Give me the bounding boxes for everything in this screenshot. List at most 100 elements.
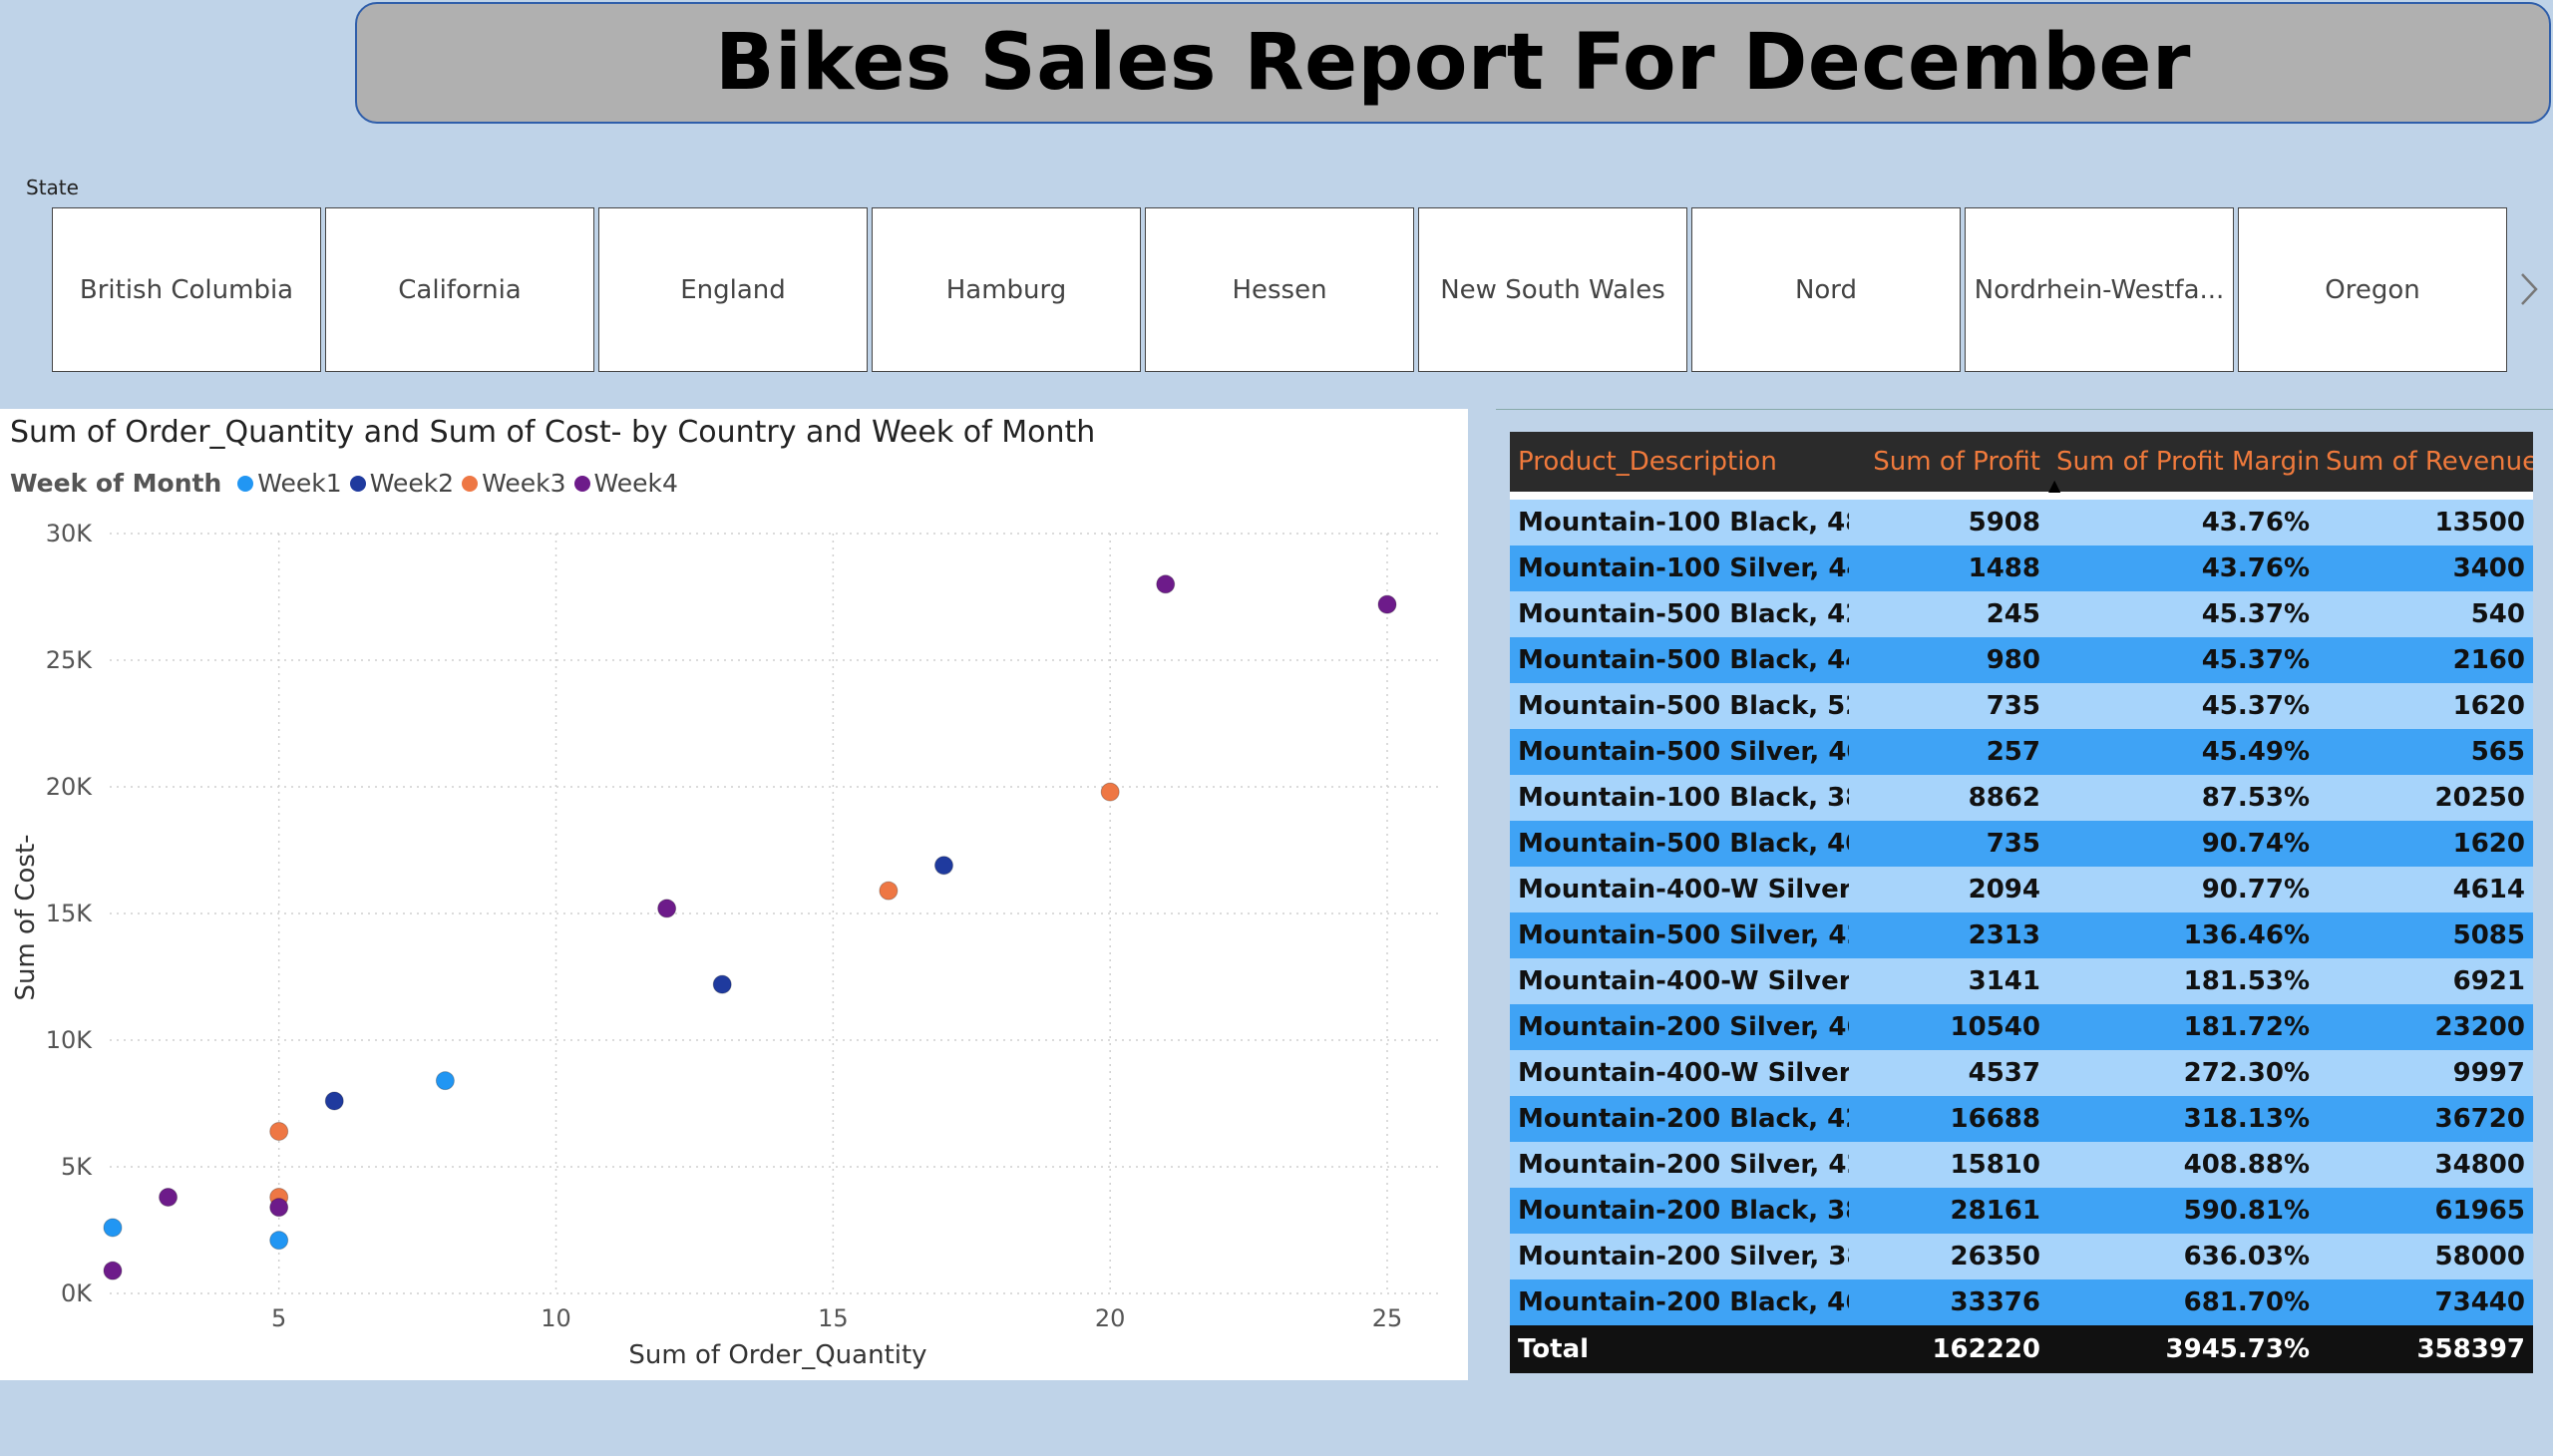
slicer-item-nord[interactable]: Nord [1691, 207, 1961, 372]
data-point-week4[interactable] [1156, 574, 1176, 594]
table-cell: Mountain-200 Black, 42 [1510, 1096, 1849, 1142]
slicer-item-england[interactable]: England [598, 207, 868, 372]
table-row[interactable]: Mountain-200 Silver, 38 26350 636.03% 58000 [1510, 1234, 2533, 1279]
data-point-week1[interactable] [269, 1231, 289, 1251]
table-cell: 5085 [2318, 912, 2533, 958]
report-title: Bikes Sales Report For December [715, 18, 2191, 108]
data-point-week3[interactable] [269, 1121, 289, 1141]
table-cell: 181.72% [2048, 1004, 2318, 1050]
table-cell: 245 [1849, 591, 2048, 637]
data-point-week1[interactable] [103, 1218, 123, 1238]
table-cell: Mountain-500 Silver, 40 [1510, 729, 1849, 775]
table-row[interactable]: Mountain-200 Silver, 42 15810 408.88% 34800 [1510, 1142, 2533, 1188]
table-cell: 6921 [2318, 958, 2533, 1004]
data-point-week1[interactable] [435, 1071, 455, 1091]
data-point-week4[interactable] [657, 899, 677, 918]
slicer-item-nordrhein-westfalen[interactable]: Nordrhein-Westfa... [1965, 207, 2234, 372]
table-cell: Mountain-500 Black, 44 [1510, 637, 1849, 683]
data-point-week2[interactable] [933, 856, 953, 876]
data-point-week4[interactable] [103, 1261, 123, 1280]
table-row[interactable]: Mountain-500 Silver, 40 257 45.49% 565 [1510, 729, 2533, 775]
data-point-week3[interactable] [879, 881, 899, 901]
table-row[interactable]: Mountain-500 Black, 44 980 45.37% 2160 [1510, 637, 2533, 683]
x-tick-label: 5 [271, 1304, 286, 1332]
table-row[interactable]: Mountain-500 Black, 42 245 45.37% 540 [1510, 591, 2533, 637]
table-cell: 257 [1849, 729, 2048, 775]
slicer-item-california[interactable]: California [325, 207, 594, 372]
data-point-week4[interactable] [269, 1198, 289, 1218]
legend-item-week4[interactable]: Week4 [573, 469, 678, 498]
column-header-sum-of-profit-margin[interactable]: Sum of Profit Margin [2048, 432, 2318, 492]
table-row[interactable]: Mountain-400-W Silver, 423141181.53%6921 [1510, 958, 2533, 1004]
table-cell: Mountain-200 Black, 38 [1510, 1188, 1849, 1234]
table-cell: 28161 [1849, 1188, 2048, 1234]
table-cell: 2313 [1849, 912, 2048, 958]
table-cell: 10540 [1849, 1004, 2048, 1050]
legend-label: Week3 [482, 469, 566, 498]
table-cell: 45.37% [2048, 683, 2318, 729]
table-cell: Mountain-100 Silver, 44 [1510, 546, 1849, 591]
table-total-cell: 358397 [2318, 1325, 2533, 1373]
table-total-cell: Total [1510, 1325, 1849, 1373]
table-cell: 45.49% [2048, 729, 2318, 775]
x-tick-label: 15 [818, 1304, 849, 1332]
y-tick-label: 25K [46, 646, 94, 674]
table-row[interactable]: Mountain-400-W Silver, 38209490.77%4614 [1510, 867, 2533, 912]
table-cell: 15810 [1849, 1142, 2048, 1188]
table-cell: Mountain-500 Black, 52 [1510, 683, 1849, 729]
table-cell: 1488 [1849, 546, 2048, 591]
chart-title: Sum of Order_Quantity and Sum of Cost- b… [10, 415, 1096, 450]
table-cell: 45.37% [2048, 591, 2318, 637]
data-point-week3[interactable] [1100, 782, 1120, 802]
table-cell: Mountain-200 Silver, 38 [1510, 1234, 1849, 1279]
table-total-cell: 3945.73% [2048, 1325, 2318, 1373]
slicer-item-british-columbia[interactable]: British Columbia [52, 207, 321, 372]
y-tick-label: 0K [61, 1279, 93, 1307]
table-cell: 590.81% [2048, 1188, 2318, 1234]
slicer-item-new-south-wales[interactable]: New South Wales [1418, 207, 1687, 372]
y-tick-label: 10K [46, 1026, 94, 1054]
table-cell: 45.37% [2048, 637, 2318, 683]
slicer-item-oregon[interactable]: Oregon [2238, 207, 2507, 372]
table-row[interactable]: Mountain-200 Black, 46 33376 681.70% 73440 [1510, 1279, 2533, 1325]
table-row[interactable]: Mountain-100 Silver, 44 1488 43.76% 3400 [1510, 546, 2533, 591]
sort-ascending-icon: ▲ [2048, 476, 2061, 495]
table-row[interactable]: Mountain-500 Black, 52 735 45.37% 1620 [1510, 683, 2533, 729]
slicer-item-hessen[interactable]: Hessen [1145, 207, 1414, 372]
product-table: Product_Description Sum of Profit Sum of… [1510, 432, 2533, 1373]
table-row[interactable]: Mountain-200 Black, 42 16688 318.13% 36720 [1510, 1096, 2533, 1142]
scatter-chart-panel: 0K 5K 10K 15K 20K 25K 30K 5 10 15 20 25 Sum of Order… [0, 409, 1468, 1380]
table-row[interactable]: Mountain-200 Silver, 46 10540 181.72% 23200 [1510, 1004, 2533, 1050]
legend-marker [349, 475, 366, 492]
data-point-week4[interactable] [159, 1187, 179, 1207]
column-header-sum-of-revenue[interactable]: Sum of Revenue- [2318, 432, 2533, 492]
legend-item-week1[interactable]: Week1 [237, 469, 342, 498]
data-point-week4[interactable] [1377, 594, 1397, 614]
column-header-sum-of-profit[interactable]: Sum of Profit [1849, 432, 2048, 492]
x-tick-label: 20 [1095, 1304, 1126, 1332]
legend-item-week3[interactable]: Week3 [462, 469, 566, 498]
chevron-right-icon[interactable] [2515, 269, 2543, 309]
data-point-week2[interactable] [324, 1091, 344, 1111]
table-cell: 3400 [2318, 546, 2533, 591]
table-cell: 565 [2318, 729, 2533, 775]
chart-legend: Week of Month Week1 Week2 Week3 Week4 [10, 469, 686, 498]
legend-label: Week4 [593, 469, 678, 498]
table-cell: 36720 [2318, 1096, 2533, 1142]
legend-item-week2[interactable]: Week2 [349, 469, 454, 498]
table-cell: Mountain-200 Silver, 42 [1510, 1142, 1849, 1188]
table-row[interactable]: Mountain-500 Black, 40 735 90.74% 1620 [1510, 821, 2533, 867]
x-tick-label: 10 [541, 1304, 571, 1332]
table-row[interactable]: Mountain-500 Silver, 42 2313 136.46% 5085 [1510, 912, 2533, 958]
table-row[interactable]: Mountain-100 Black, 48 5908 43.76% 13500 [1510, 500, 2533, 546]
table-cell: 3141 [1849, 958, 2048, 1004]
column-header-product-description[interactable]: Product_Description [1510, 432, 1849, 492]
table-row[interactable]: Mountain-200 Black, 38 28161 590.81% 61965 [1510, 1188, 2533, 1234]
slicer-item-hamburg[interactable]: Hamburg [872, 207, 1141, 372]
table-row[interactable]: Mountain-100 Black, 38 8862 87.53% 20250 [1510, 775, 2533, 821]
table-cell: 4537 [1849, 1050, 2048, 1096]
table-cell: 735 [1849, 821, 2048, 867]
table-row[interactable]: Mountain-400-W Silver, 464537272.30%9997 [1510, 1050, 2533, 1096]
data-point-week2[interactable] [712, 974, 732, 994]
table-header-row: Product_Description Sum of Profit Sum of… [1510, 432, 2533, 492]
